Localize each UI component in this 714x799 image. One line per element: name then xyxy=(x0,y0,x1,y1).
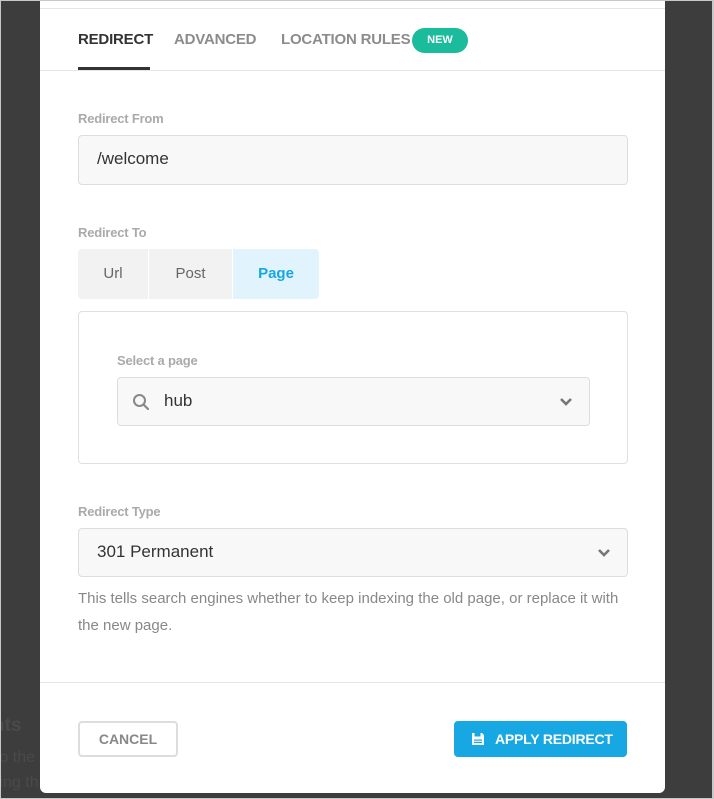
background-text: ting th xyxy=(1,774,39,791)
redirect-to-page-option[interactable]: Page xyxy=(233,249,319,299)
search-icon xyxy=(133,394,150,411)
redirect-from-input[interactable]: /welcome xyxy=(78,135,628,185)
window-frame: nts to the ting th REDIRECT ADVANCED LOC… xyxy=(1,1,712,798)
redirect-to-post-option[interactable]: Post xyxy=(149,249,232,299)
page-select-dropdown[interactable]: hub xyxy=(117,377,590,426)
chevron-down-icon xyxy=(560,398,572,406)
redirect-modal: REDIRECT ADVANCED LOCATION RULES NEW Red… xyxy=(40,1,665,793)
redirect-to-label: Redirect To xyxy=(78,225,147,240)
redirect-type-help-text: This tells search engines whether to kee… xyxy=(78,590,619,634)
background-text: to the xyxy=(1,749,36,766)
cancel-button[interactable]: CANCEL xyxy=(78,721,178,757)
tab-redirect[interactable]: REDIRECT xyxy=(78,31,153,48)
tab-location-rules[interactable]: LOCATION RULES xyxy=(281,31,411,48)
apply-redirect-button[interactable]: APPLY REDIRECT xyxy=(454,721,627,757)
redirect-from-label: Redirect From xyxy=(78,111,164,126)
page-select-panel: Select a page hub xyxy=(78,311,628,464)
redirect-type-label: Redirect Type xyxy=(78,504,161,519)
apply-redirect-label: APPLY REDIRECT xyxy=(495,731,613,747)
redirect-type-value: 301 Permanent xyxy=(97,542,214,561)
save-icon xyxy=(472,733,484,745)
redirect-from-value: /welcome xyxy=(97,149,169,168)
footer-divider xyxy=(40,682,665,683)
chevron-down-icon xyxy=(598,549,610,557)
active-tab-indicator xyxy=(78,67,150,70)
select-page-label: Select a page xyxy=(117,353,198,368)
redirect-to-url-option[interactable]: Url xyxy=(78,249,148,299)
background-heading: nts xyxy=(1,715,22,736)
redirect-type-select[interactable]: 301 Permanent xyxy=(78,528,628,577)
page-select-value: hub xyxy=(164,391,193,410)
tab-advanced[interactable]: ADVANCED xyxy=(174,31,256,48)
new-badge: NEW xyxy=(412,28,468,53)
redirect-to-segmented-control: Url Post Page xyxy=(78,249,319,299)
tab-bar: REDIRECT ADVANCED LOCATION RULES NEW xyxy=(40,9,665,71)
